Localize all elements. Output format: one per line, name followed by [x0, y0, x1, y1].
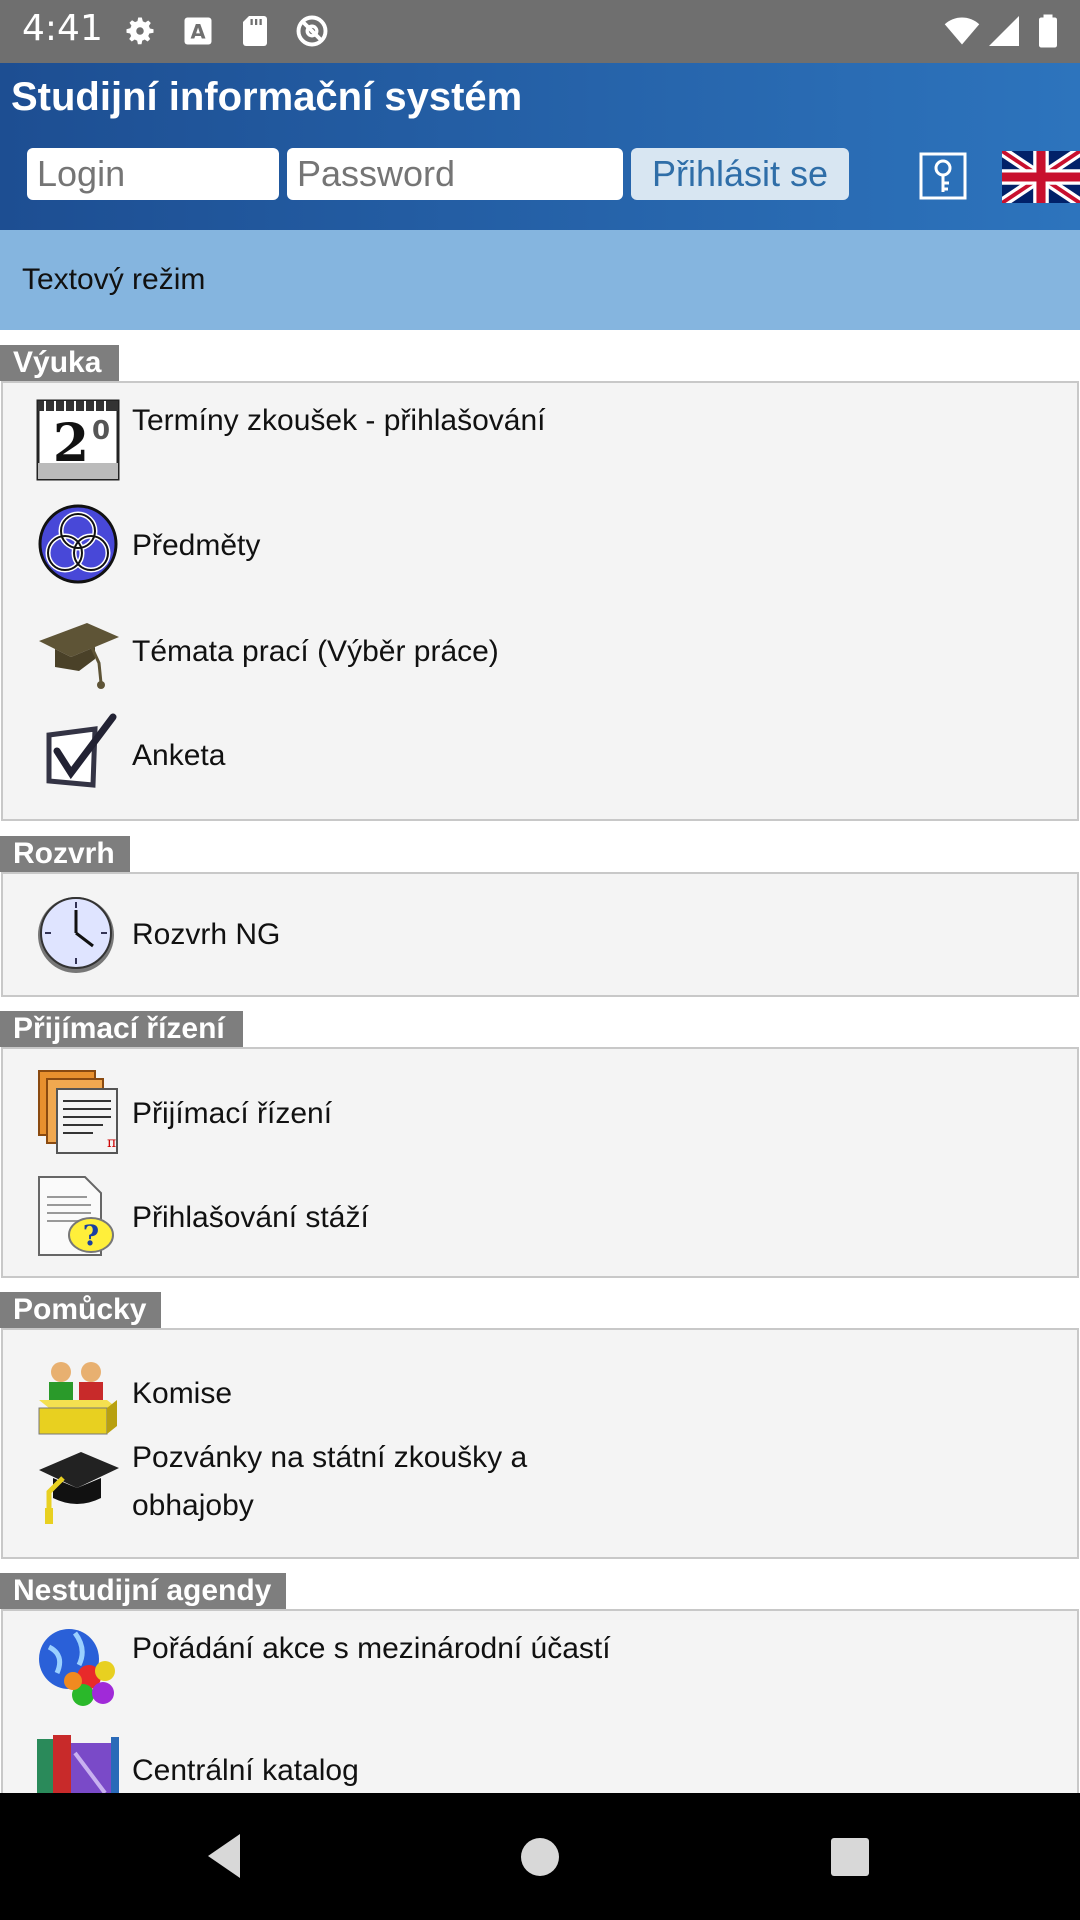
clock-icon [38, 897, 114, 973]
status-time: 4:41 [22, 8, 103, 49]
menu-item-pozvanky[interactable]: Pozvánky na státní zkoušky a obhajoby [35, 1434, 1035, 1530]
svg-text:π: π [107, 1135, 116, 1151]
section-label-rozvrh: Rozvrh [0, 836, 130, 872]
text-mode-link[interactable]: Textový režim [22, 263, 205, 297]
section-rozvrh: Rozvrh NG [1, 872, 1079, 997]
menu-item-label: Přijímací řízení [132, 1097, 333, 1130]
menu-item-label: Předměty [132, 529, 261, 562]
menu-item-label: Pozvánky na státní zkoušky a obhajoby [132, 1441, 528, 1522]
checkbox-icon [46, 713, 117, 788]
section-label-vyuka: Výuka [0, 345, 119, 381]
menu-item-label: Témata prací (Výběr práce) [132, 635, 499, 668]
text-mode-bar[interactable]: Textový režim [0, 230, 1080, 330]
menu-item-label: Anketa [132, 739, 226, 772]
gear-icon [126, 17, 154, 45]
menu-item-temata-praci[interactable]: Témata prací (Výběr práce) [35, 607, 1035, 697]
battery-icon [1039, 14, 1057, 48]
menu-item-label: Přihlašování stáží [132, 1201, 369, 1234]
key-icon[interactable] [919, 152, 967, 200]
login-button[interactable]: Přihlásit se [631, 148, 849, 200]
menu-item-anketa[interactable]: Anketa [35, 711, 1035, 801]
section-vyuka: 2 0 Termíny zkoušek - přihlašování Předm… [1, 381, 1079, 821]
mortarboard-icon [39, 1452, 119, 1524]
uk-flag-icon[interactable] [1002, 151, 1080, 203]
sd-card-icon [243, 16, 267, 46]
section-pomucky: Komise Pozvánky na státní zkoušky a obha… [1, 1328, 1079, 1559]
menu-item-label: Rozvrh NG [132, 918, 281, 951]
wifi-icon [944, 17, 980, 45]
cell-signal-icon [989, 16, 1019, 46]
menu-item-rozvrh-ng[interactable]: Rozvrh NG [35, 890, 1035, 980]
menu-item-terminy-zkousek[interactable]: 2 0 Termíny zkoušek - přihlašování [35, 397, 1035, 493]
section-label-pomucky: Pomůcky [0, 1292, 161, 1328]
app-header: Studijní informační systém Přihlásit se [0, 63, 1080, 230]
status-bar: 4:41 A [0, 0, 1080, 63]
page-title: Studijní informační systém [11, 75, 523, 119]
menu-item-label: Pořádání akce s mezinárodní účastí [132, 1632, 611, 1665]
menu-item-poradani-akce[interactable]: Pořádání akce s mezinárodní účastí [35, 1625, 1035, 1721]
home-icon[interactable] [519, 1836, 561, 1878]
login-field[interactable] [27, 148, 279, 200]
svg-text:?: ? [83, 1219, 99, 1252]
committee-icon [38, 1362, 117, 1435]
menu-item-label: Termíny zkoušek - přihlašování [132, 404, 546, 437]
section-label-nestudijni-agendy: Nestudijní agendy [0, 1573, 286, 1609]
menu-item-prijimaci-rizeni[interactable]: π Přijímací řízení [35, 1069, 1035, 1159]
section-nestudijni-agendy: Pořádání akce s mezinárodní účastí Centr… [1, 1609, 1079, 1817]
system-nav-bar [0, 1793, 1080, 1920]
document-question-icon: ? [38, 1176, 114, 1256]
knot-icon [38, 504, 118, 584]
section-label-prijimaci-rizeni: Přijímací řízení [0, 1011, 243, 1047]
password-field[interactable] [287, 148, 623, 200]
do-not-disturb-icon [296, 15, 328, 47]
svg-text:0: 0 [92, 416, 110, 446]
back-icon[interactable] [204, 1832, 244, 1880]
menu-item-label: Komise [132, 1377, 233, 1410]
menu-item-komise[interactable]: Komise [35, 1354, 1035, 1435]
menu-item-predmety[interactable]: Předměty [35, 501, 1035, 591]
calendar-icon: 2 0 [36, 399, 120, 481]
section-prijimaci-rizeni: π Přijímací řízení ? Přihlašování stáží [1, 1047, 1079, 1278]
graduation-cap-icon [39, 623, 119, 689]
recents-icon[interactable] [829, 1836, 871, 1878]
menu-item-label: Centrální katalog [132, 1754, 359, 1787]
font-a-icon: A [184, 17, 212, 45]
menu-item-prihlasovani-stazi[interactable]: ? Přihlašování stáží [35, 1173, 1035, 1263]
documents-icon: π [38, 1070, 118, 1154]
svg-text:A: A [190, 21, 205, 44]
globe-icon [39, 1629, 115, 1706]
